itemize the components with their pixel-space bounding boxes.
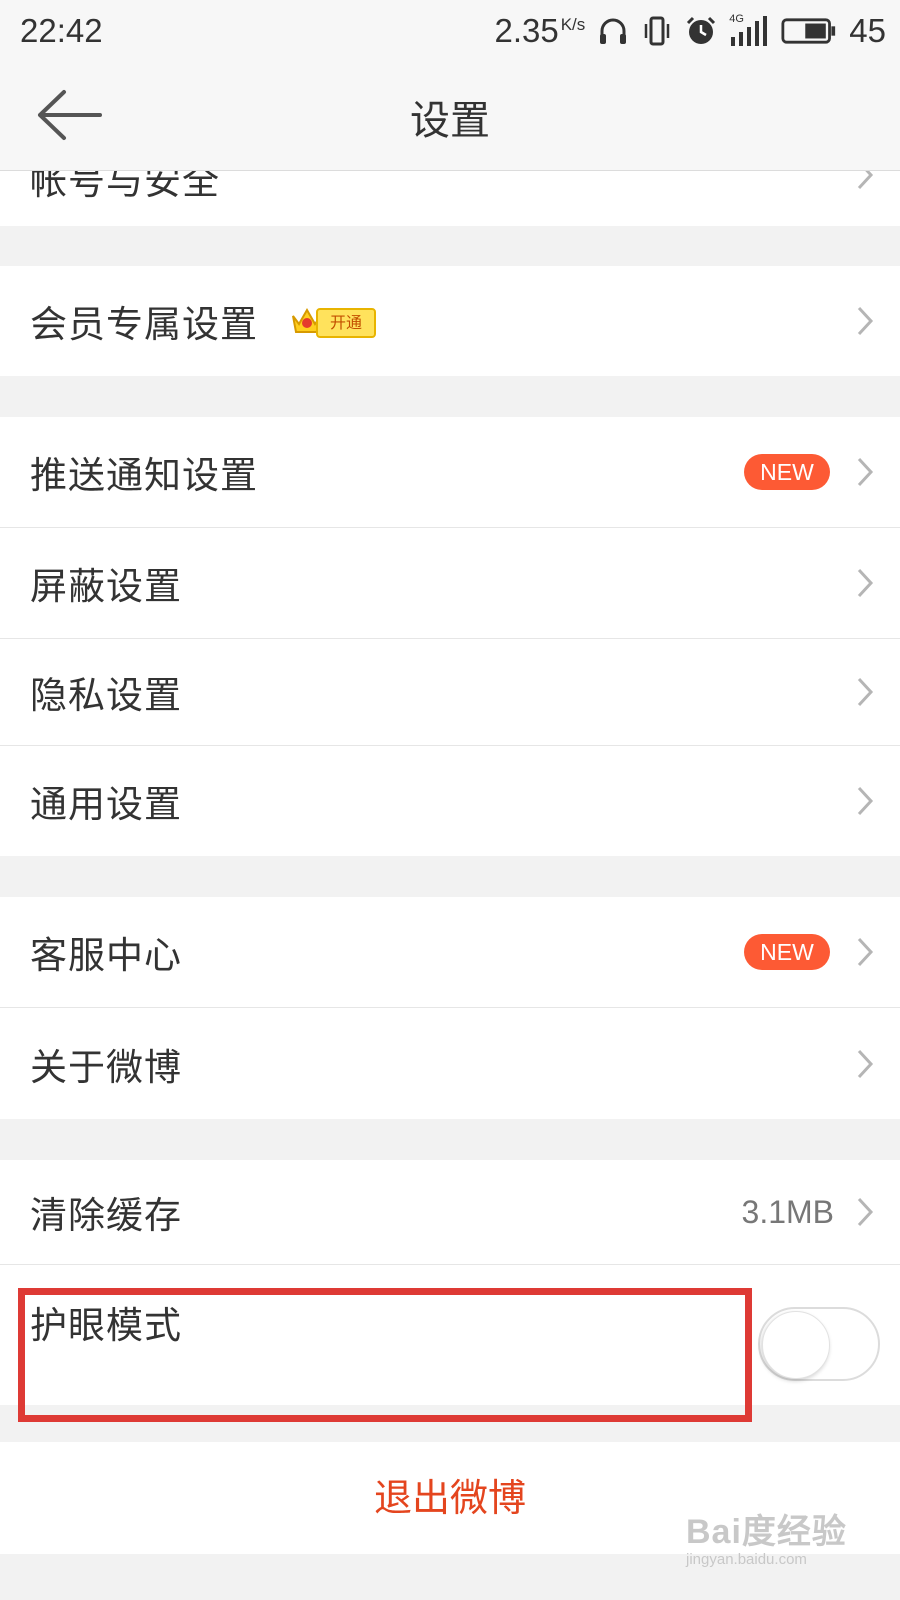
battery-percent: 45 <box>849 12 886 49</box>
vip-badge[interactable]: 开通 <box>290 304 376 338</box>
speed-unit: K/s <box>560 15 586 34</box>
network-speed: 2.35 K/s <box>494 12 585 50</box>
settings-item-label: 屏蔽设置 <box>30 565 182 608</box>
cache-size-value: 3.1MB <box>741 1193 834 1230</box>
chevron-right-icon <box>857 1049 874 1078</box>
settings-item-vip[interactable]: 会员专属设置 开通 <box>0 266 900 376</box>
settings-item-block[interactable]: 屏蔽设置 <box>0 528 900 638</box>
chevron-right-icon <box>857 457 874 487</box>
baidu-watermark: Bai度经验 jingyan.baidu.com <box>686 1504 886 1574</box>
settings-item-label: 通用设置 <box>30 783 182 826</box>
settings-item-label: 会员专属设置 <box>30 303 258 346</box>
toggle-knob <box>762 1311 830 1379</box>
watermark-url: jingyan.baidu.com <box>686 1551 807 1568</box>
signal-icon <box>731 16 768 46</box>
new-badge: NEW <box>744 454 830 490</box>
chevron-right-icon <box>857 677 874 707</box>
highlight-box <box>18 1288 752 1422</box>
status-time: 22:42 <box>20 12 103 49</box>
chevron-right-icon <box>857 937 874 967</box>
settings-item-about[interactable]: 关于微博 <box>0 1008 900 1119</box>
vibrate-icon <box>645 16 670 46</box>
battery-icon <box>781 18 836 44</box>
settings-item-label: 关于微博 <box>30 1045 182 1089</box>
settings-item-push[interactable]: 推送通知设置 NEW <box>0 417 900 527</box>
settings-item-service[interactable]: 客服中心 NEW <box>0 897 900 1007</box>
signal-group: 4G <box>729 13 769 47</box>
headphones-icon <box>600 18 627 44</box>
speed-value: 2.35 <box>494 12 559 49</box>
status-bar: 22:42 2.35 K/s 4G 45 <box>0 0 900 62</box>
new-badge: NEW <box>744 934 830 970</box>
eye-mode-toggle[interactable] <box>758 1307 880 1381</box>
nav-bar: 设置 <box>0 62 900 171</box>
settings-item-label: 帐号与安全 <box>30 171 220 203</box>
chevron-right-icon <box>857 306 874 336</box>
chevron-right-icon <box>857 171 874 190</box>
alarm-icon <box>687 16 716 44</box>
settings-item-label: 推送通知设置 <box>30 454 258 497</box>
settings-item-cache[interactable]: 清除缓存 3.1MB <box>0 1160 900 1264</box>
settings-item-label: 隐私设置 <box>30 674 182 717</box>
chevron-right-icon <box>857 568 874 598</box>
page-title: 设置 <box>410 98 490 144</box>
watermark-logo: Bai度经验 <box>686 1513 847 1551</box>
settings-item-privacy[interactable]: 隐私设置 <box>0 639 900 745</box>
status-right: 2.35 K/s 4G 45 <box>494 12 886 50</box>
vip-open-label: 开通 <box>316 308 376 338</box>
chevron-right-icon <box>857 1197 874 1227</box>
settings-item-general[interactable]: 通用设置 <box>0 746 900 856</box>
chevron-right-icon <box>857 786 874 816</box>
settings-item-label: 清除缓存 <box>30 1194 182 1237</box>
settings-item-account[interactable]: 帐号与安全 <box>0 171 900 226</box>
settings-item-label: 客服中心 <box>30 934 182 977</box>
